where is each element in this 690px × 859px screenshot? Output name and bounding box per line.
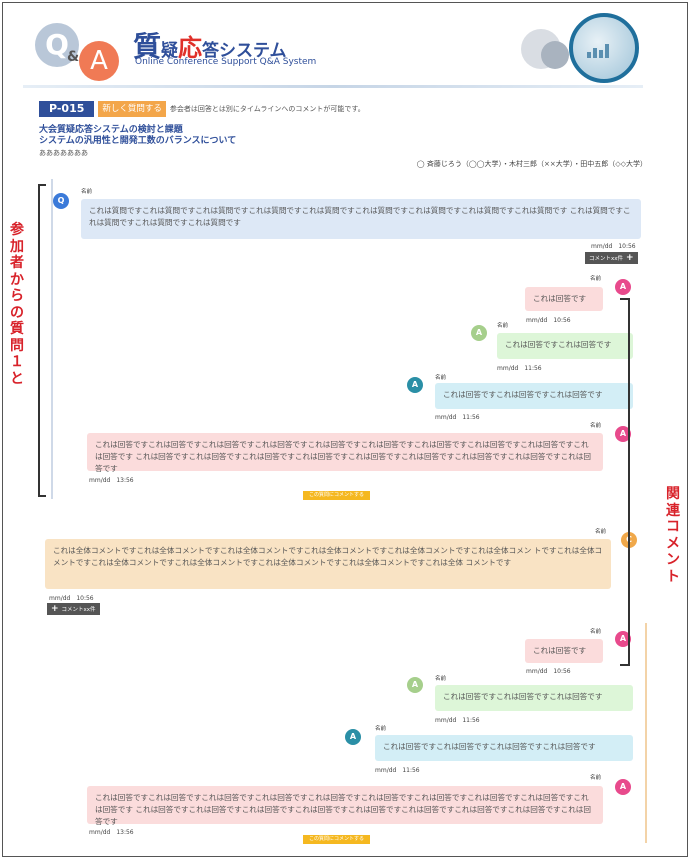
answer-bubble: これは回答ですこれは回答ですこれは回答ですこれは回答ですこれは回答ですこれは回答… xyxy=(87,786,603,826)
answer-author: 名前 xyxy=(590,276,602,282)
answer-avatar: A xyxy=(345,729,361,745)
answer-bubble: これは回答ですこれは回答ですこれは回答ですこれは回答ですこれは回答ですこれは回答… xyxy=(87,433,603,473)
answer-author: 名前 xyxy=(435,676,447,682)
answer-bubble: これは回答ですこれは回答です xyxy=(497,333,633,359)
answer-author: 名前 xyxy=(590,629,602,635)
answer-time: mm/dd 13:56 xyxy=(89,477,134,484)
plus-icon: + xyxy=(626,253,634,263)
answer-author: 名前 xyxy=(375,726,387,732)
annotation-label-left: 参加者からの質問１と xyxy=(10,222,24,387)
answer-avatar: A xyxy=(471,325,487,341)
thread-divider xyxy=(51,179,53,499)
answer-time: mm/dd 11:56 xyxy=(375,767,420,774)
paper-title: 大会質疑応答システムの検討と課題 システムの汎用性と開発工数のバランスについて xyxy=(39,125,236,147)
comment-count-label: コメントxx件 xyxy=(589,256,624,262)
answer-bubble: これは回答ですこれは回答ですこれは回答ですこれは回答です xyxy=(375,735,633,761)
question-avatar: Q xyxy=(53,193,69,209)
paper-note: 参会者は回答とは別にタイムラインへのコメントが可能です。 xyxy=(169,105,365,113)
answer-author: 名前 xyxy=(590,775,602,781)
app-frame: Q & A 質疑応答システム Online Conference Support… xyxy=(2,2,688,857)
plus-icon: + xyxy=(51,604,59,614)
answer-avatar: A xyxy=(615,279,631,295)
answer-bubble: これは回答ですこれは回答ですこれは回答です xyxy=(435,685,633,711)
answer-avatar: A xyxy=(407,377,423,393)
annotation-bracket-right xyxy=(620,298,630,666)
paper-id-badge: P-015 xyxy=(39,101,95,117)
paper-title-line2: システムの汎用性と開発工数のバランスについて xyxy=(39,136,237,146)
presentation-photo-icon xyxy=(569,13,639,83)
annotation-bracket-left xyxy=(38,184,46,497)
question-author: 名前 xyxy=(81,189,93,195)
header-divider xyxy=(23,85,643,88)
answer-author: 名前 xyxy=(497,323,509,329)
answer-author: 名前 xyxy=(435,375,447,381)
answer-author: 名前 xyxy=(590,423,602,429)
paper-header: P-015 新しく質問する 参会者は回答とは別にタイムラインへのコメントが可能で… xyxy=(39,101,365,117)
annotation-label-right: 関連コメント xyxy=(666,486,680,585)
system-subtitle: Online Conference Support Q&A System xyxy=(135,57,317,67)
answer-time: mm/dd 11:56 xyxy=(497,365,542,372)
question-time: mm/dd 10:56 xyxy=(591,243,636,250)
answer-time: mm/dd 13:56 xyxy=(89,829,134,836)
comment-author: 名前 xyxy=(595,529,607,535)
comment-count-button[interactable]: コメントxx件 + xyxy=(585,252,638,264)
new-question-button[interactable]: 新しく質問する xyxy=(98,101,166,117)
answer-bubble: これは回答ですこれは回答ですこれは回答です xyxy=(435,383,633,409)
comment-on-question-button[interactable]: この質問にコメントする xyxy=(303,835,371,844)
comment-time: mm/dd 10:56 xyxy=(49,595,94,602)
question-bubble: これは質問ですこれは質問ですこれは質問ですこれは質問ですこれは質問ですこれは質問… xyxy=(81,199,641,239)
answer-time: mm/dd 11:56 xyxy=(435,717,480,724)
comment-count-label: コメントxx件 xyxy=(61,607,96,613)
answer-time: mm/dd 10:56 xyxy=(526,668,571,675)
comment-count-button[interactable]: + コメントxx件 xyxy=(47,603,100,615)
site-header: Q & A 質疑応答システム Online Conference Support… xyxy=(21,11,641,91)
thread-divider xyxy=(645,623,647,843)
logo-a: A xyxy=(79,41,119,81)
answer-avatar: A xyxy=(615,779,631,795)
logo-amp: & xyxy=(67,49,80,65)
paper-authors: ◯ 斉藤じろう（◯◯大学）・木村三郎（××大学）・田中五郎（◇◇大学） xyxy=(416,160,647,168)
paper-title-line1: 大会質疑応答システムの検討と課題 xyxy=(39,125,183,135)
comment-on-question-button[interactable]: この質問にコメントする xyxy=(303,491,371,500)
paper-extra-text: あああああああ xyxy=(39,149,88,157)
answer-time: mm/dd 11:56 xyxy=(435,414,480,421)
answer-avatar: A xyxy=(407,677,423,693)
answer-time: mm/dd 10:56 xyxy=(526,317,571,324)
answer-bubble: これは回答です xyxy=(525,287,603,311)
comment-bubble: これは全体コメントですこれは全体コメントですこれは全体コメントですこれは全体コメ… xyxy=(45,539,611,589)
answer-bubble: これは回答です xyxy=(525,639,603,663)
decor-circle xyxy=(541,41,569,69)
